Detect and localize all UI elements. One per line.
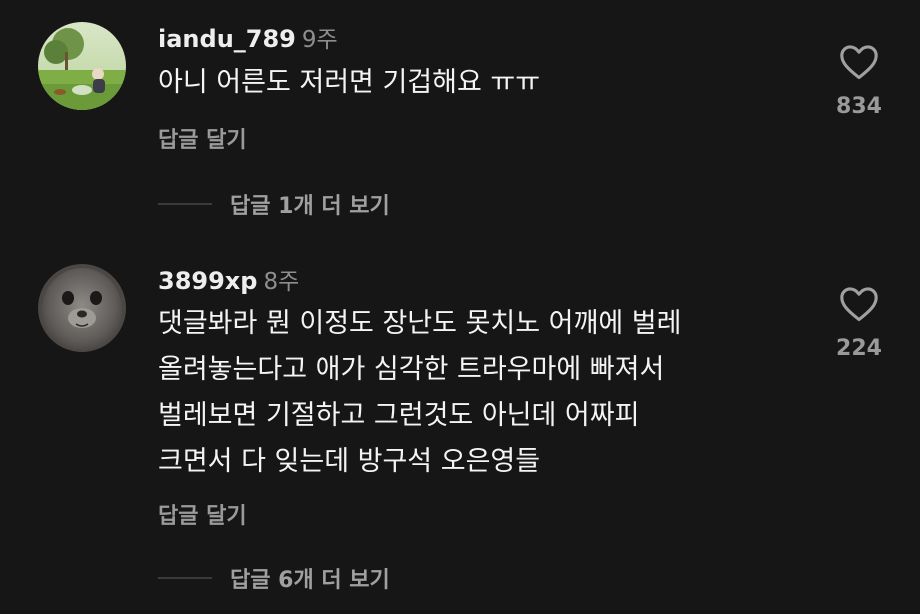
avatar[interactable] <box>38 264 126 352</box>
view-replies-label[interactable]: 답글 1개 더 보기 <box>230 188 390 220</box>
comment-line: 벌레보면 기절하고 그런것도 아닌데 어짜피 <box>158 400 640 431</box>
comment-line: 크면서 다 잊는데 방구석 오은영들 <box>158 446 541 477</box>
comment-username[interactable]: iandu_789 9주 <box>158 20 338 54</box>
comment-timestamp: 9주 <box>301 27 338 53</box>
divider-line <box>158 203 212 205</box>
like-button[interactable]: 834 <box>829 44 889 119</box>
comment-text: 댓글봐라 뭔 이정도 장난도 못치노 어깨에 벌레 올려놓는다고 애가 심각한 … <box>158 301 681 485</box>
comment-line: 댓글봐라 뭔 이정도 장난도 못치노 어깨에 벌레 <box>158 308 682 339</box>
comment-line: 올려놓는다고 애가 심각한 트라우마에 빠져서 <box>158 354 665 385</box>
like-button[interactable]: 224 <box>829 286 889 361</box>
comment-timestamp: 8주 <box>263 269 300 295</box>
view-replies-label[interactable]: 답글 6개 더 보기 <box>230 562 390 594</box>
view-replies-button[interactable]: 답글 1개 더 보기 <box>158 188 390 220</box>
avatar[interactable] <box>38 22 126 110</box>
comment-text: 아니 어른도 저러면 기겁해요 ㅠㅠ <box>158 60 540 106</box>
reply-button[interactable]: 답글 달기 <box>158 122 247 154</box>
username-text[interactable]: iandu_789 <box>158 25 296 53</box>
like-count: 834 <box>836 94 882 119</box>
heart-outline-icon <box>840 287 878 322</box>
like-count: 224 <box>836 336 882 361</box>
heart-outline-icon <box>840 45 878 80</box>
reply-button[interactable]: 답글 달기 <box>158 498 247 530</box>
divider-line <box>158 577 212 579</box>
comment-username[interactable]: 3899xp 8주 <box>158 262 299 296</box>
avatar-image-seal <box>38 264 126 352</box>
view-replies-button[interactable]: 답글 6개 더 보기 <box>158 562 390 594</box>
username-text[interactable]: 3899xp <box>158 267 257 295</box>
comment-line: 아니 어른도 저러면 기겁해요 ㅠㅠ <box>158 67 541 98</box>
avatar-image-nature <box>38 22 126 110</box>
